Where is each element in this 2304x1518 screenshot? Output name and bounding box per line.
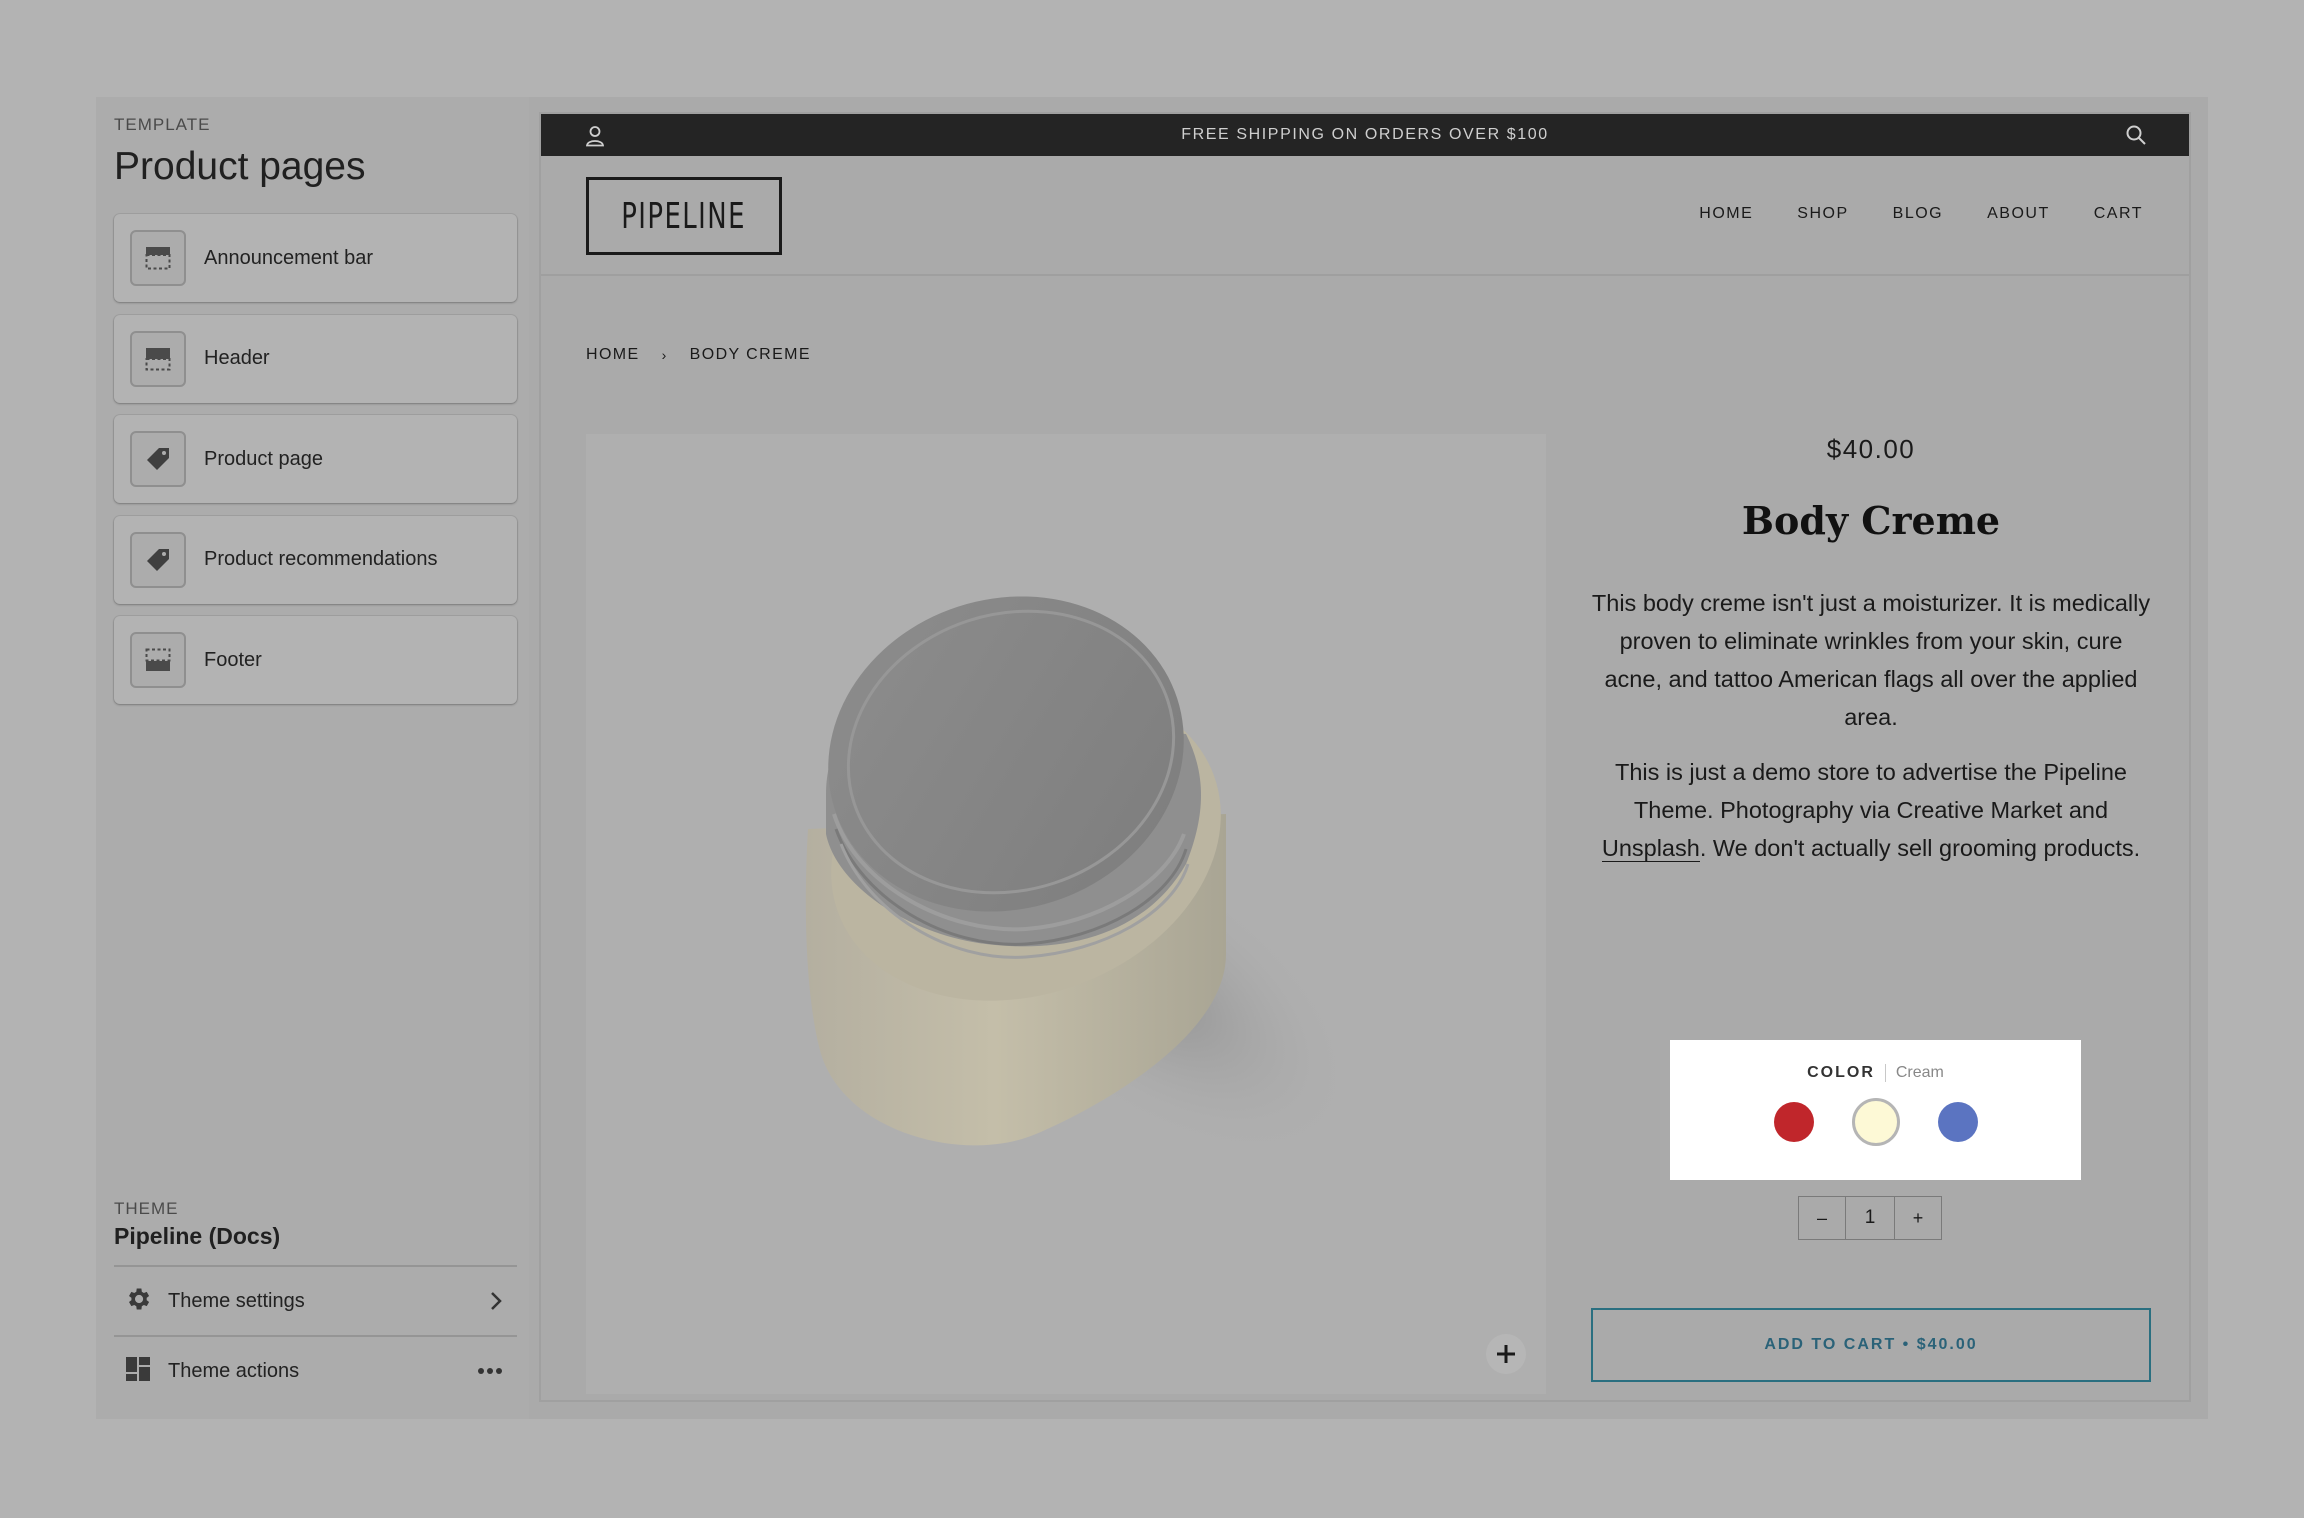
section-header[interactable]: Header <box>114 314 517 403</box>
breadcrumb-separator: › <box>661 347 668 363</box>
quantity-increase-button[interactable]: + <box>1895 1197 1941 1239</box>
theme-settings-row[interactable]: Theme settings <box>114 1265 517 1335</box>
theme-settings-label: Theme settings <box>168 1289 305 1312</box>
swatch-red[interactable] <box>1773 1102 1814 1142</box>
store-logo[interactable]: PIPELINE <box>586 177 782 255</box>
search-icon[interactable] <box>2125 124 2147 151</box>
divider <box>1884 1064 1886 1082</box>
product-image[interactable] <box>586 434 1546 1394</box>
breadcrumb-current: BODY CREME <box>689 346 811 363</box>
color-swatches <box>1670 1098 2081 1146</box>
template-eyebrow: TEMPLATE <box>114 115 211 134</box>
color-option-label: COLOR <box>1807 1064 1875 1081</box>
cream-jar-image <box>805 596 1357 1159</box>
nav-shop[interactable]: SHOP <box>1797 205 1848 223</box>
announcement-text: FREE SHIPPING ON ORDERS OVER $100 <box>1181 126 1549 143</box>
theme-actions-icon <box>124 1355 152 1388</box>
chevron-right-icon <box>489 1291 503 1311</box>
quantity-value[interactable]: 1 <box>1845 1197 1895 1239</box>
section-label: Footer <box>204 648 262 671</box>
breadcrumb-home[interactable]: HOME <box>586 346 640 364</box>
store-preview: FREE SHIPPING ON ORDERS OVER $100 PIPELI… <box>539 112 2191 1402</box>
theme-editor: TEMPLATE Product pages Announcement bar … <box>96 97 2208 1419</box>
color-selector: COLOR Cream <box>1670 1040 2081 1180</box>
product-price: $40.00 <box>1826 434 1916 464</box>
section-label: Product page <box>204 447 323 470</box>
section-product-recommendations[interactable]: Product recommendations <box>114 515 517 604</box>
more-options-icon <box>477 1367 503 1375</box>
main-nav: HOME SHOP BLOG ABOUT CART <box>1699 205 2143 223</box>
editor-sidebar: TEMPLATE Product pages Announcement bar … <box>96 97 529 1419</box>
theme-eyebrow: THEME <box>114 1199 179 1218</box>
tag-icon <box>130 531 186 588</box>
nav-home[interactable]: HOME <box>1699 205 1753 223</box>
selected-color-value: Cream <box>1895 1064 1944 1081</box>
section-label: Header <box>204 347 270 369</box>
section-product-page[interactable]: Product page <box>114 415 517 503</box>
plus-icon <box>1497 1345 1515 1363</box>
gear-icon <box>124 1285 152 1318</box>
theme-actions-row[interactable]: Theme actions <box>114 1335 517 1405</box>
nav-blog[interactable]: BLOG <box>1893 205 1943 223</box>
description-paragraph: This body creme isn't just a moisturizer… <box>1591 590 2151 730</box>
swatch-cream[interactable] <box>1851 1098 1900 1146</box>
user-account-icon[interactable] <box>585 125 605 152</box>
zoom-button[interactable] <box>1486 1334 1526 1374</box>
announcement-bar: FREE SHIPPING ON ORDERS OVER $100 <box>541 114 2189 156</box>
section-label: Announcement bar <box>204 246 374 269</box>
description-paragraph: This is just a demo store to advertise t… <box>1601 759 2141 862</box>
tag-icon <box>130 431 186 487</box>
footer-section-icon <box>130 632 186 688</box>
add-to-cart-button[interactable]: ADD TO CART • $40.00 <box>1591 1308 2151 1382</box>
theme-name: Pipeline (Docs) <box>114 1223 281 1249</box>
announcement-bar-icon <box>130 230 186 286</box>
quantity-decrease-button[interactable]: – <box>1799 1197 1845 1239</box>
site-header: PIPELINE HOME SHOP BLOG ABOUT CART <box>541 156 2189 276</box>
section-announcement-bar[interactable]: Announcement bar <box>114 214 517 302</box>
quantity-stepper: – 1 + <box>1798 1196 1942 1240</box>
template-title: Product pages <box>114 145 366 188</box>
section-list: Announcement bar Header Product page Pro… <box>114 214 517 717</box>
unsplash-link[interactable]: Unsplash <box>1601 835 1700 862</box>
product-title: Body Creme <box>1741 498 2001 543</box>
header-section-icon <box>130 330 186 387</box>
product-description: This body creme isn't just a moisturizer… <box>1591 584 2151 884</box>
nav-about[interactable]: ABOUT <box>1987 205 2050 223</box>
nav-cart[interactable]: CART <box>2094 205 2143 223</box>
section-label: Product recommendations <box>204 548 438 570</box>
swatch-blue[interactable] <box>1937 1102 1978 1142</box>
theme-actions-label: Theme actions <box>168 1359 300 1382</box>
section-footer[interactable]: Footer <box>114 616 517 704</box>
breadcrumb: HOME › BODY CREME <box>586 346 811 364</box>
